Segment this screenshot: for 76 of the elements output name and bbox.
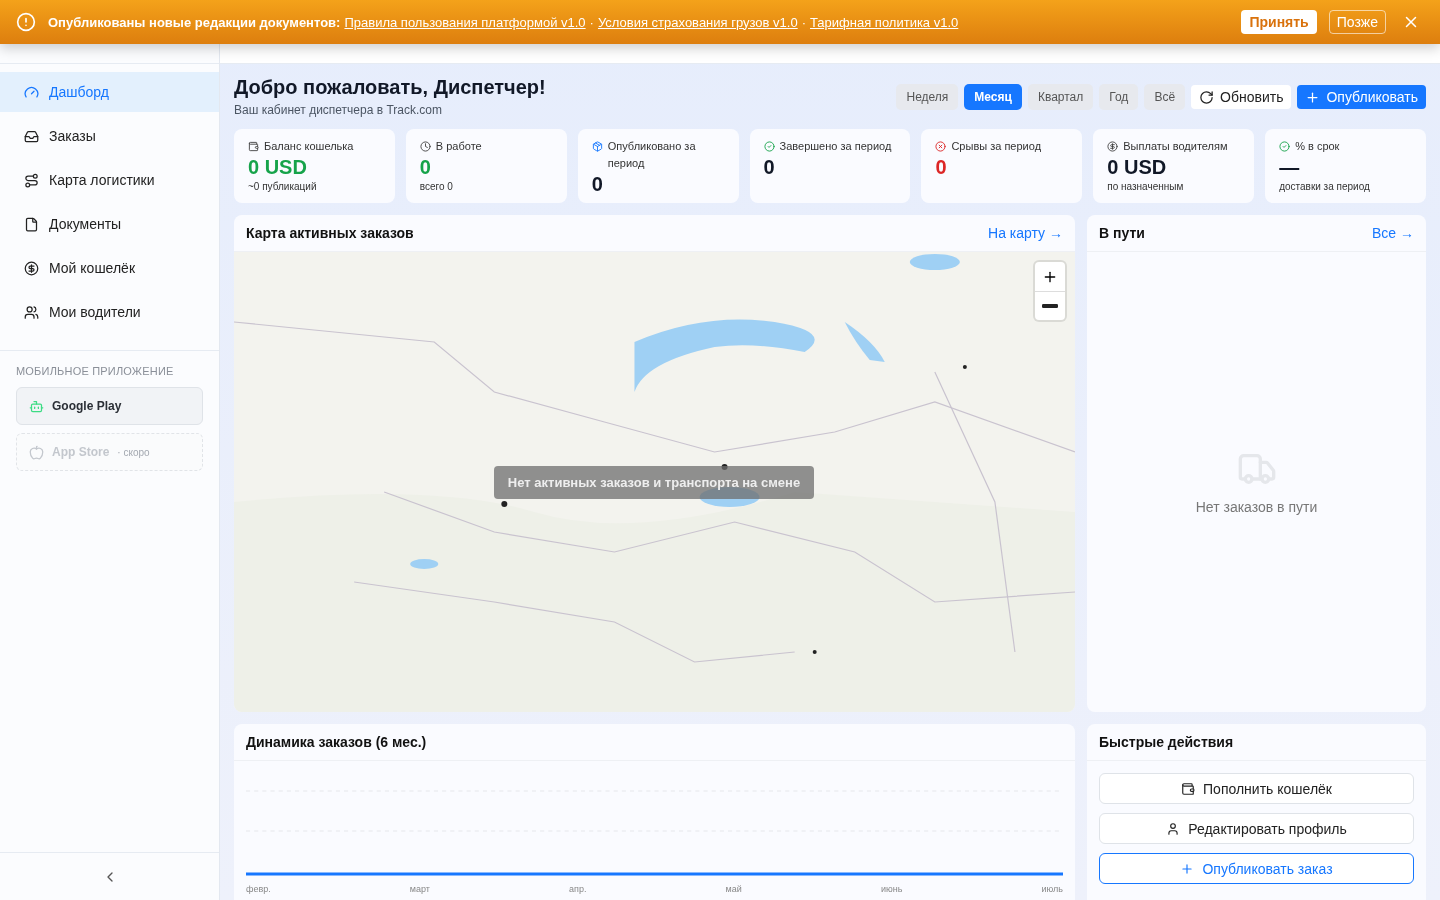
action-button[interactable]: Редактировать профиль [1099,813,1414,844]
sidebar-item[interactable]: Заказы [0,116,219,156]
inbox-icon [24,128,39,144]
axis-label: июль [1041,884,1063,894]
wallet-icon [1181,781,1196,796]
stat-caption: ~0 публикаций [248,181,318,192]
check-icon [763,141,775,152]
section-title: МОБИЛЬНОЕ ПРИЛОЖЕНИЕ [15,364,175,379]
card-title: Динамика заказов (6 мес.) [246,734,427,750]
period-tab[interactable]: Неделя [896,84,959,110]
publish-button[interactable]: Опубликовать [1297,85,1426,109]
accept-button[interactable]: Принять [1241,10,1317,34]
axis-label: февр. [246,884,271,894]
separator: · [589,14,594,30]
stat-value: 0 [763,155,776,179]
app-store-link[interactable]: Google Play [16,387,203,425]
map-link[interactable]: На карту → [988,225,1063,241]
page-title: Добро пожаловать, Диспетчер! [234,76,546,99]
action-button[interactable]: Пополнить кошелёк [1099,773,1414,804]
users-icon [24,304,39,320]
stat-caption: всего 0 [419,181,454,192]
cross-icon [935,141,947,152]
stat-value: 0 USD [1107,155,1168,179]
sidebar-item[interactable]: Мои водители [0,292,219,332]
stat-label: Опубликовано за период [607,139,697,171]
apple-icon [29,444,44,460]
all-link[interactable]: Все → [1372,225,1414,241]
stat-label: Баланс кошелька [264,139,354,154]
gauge-icon [24,84,39,100]
page-subtitle: Ваш кабинет диспетчера в Track.com [234,103,443,117]
stat-caption: доставки за период [1279,181,1371,192]
card-title: В пути [1099,225,1145,241]
separator: · [801,14,806,30]
dollar-icon [1107,141,1119,152]
axis-label: март [409,884,430,894]
stat-value: 0 [591,172,604,196]
period-tab[interactable]: Квартал [1027,84,1094,110]
sidebar-item[interactable]: Дашборд [0,72,219,112]
check-icon [1279,141,1291,152]
coin-icon [24,260,39,276]
axis-label: апр. [569,884,587,894]
stat-label: Срывы за период [951,139,1042,154]
clock-icon [419,141,431,152]
user-icon [1166,821,1181,836]
file-icon [24,216,39,232]
stat-label: % в срок [1295,139,1340,154]
empty-message: Нет заказов в пути [1195,499,1318,515]
stat-value: — [1279,155,1301,179]
refresh-icon [1199,89,1215,105]
sidebar-item[interactable]: Документы [0,204,219,244]
plus-icon [1180,861,1195,876]
axis-label: июнь [880,884,903,894]
stat-caption: по назначенным [1107,181,1185,192]
stat-label: Выплаты водителям [1123,139,1228,154]
action-button[interactable]: Опубликовать заказ [1099,853,1414,884]
alert-icon [16,12,36,32]
period-tab[interactable]: Всё [1144,84,1186,110]
axis-label: май [725,884,742,894]
map-message: Нет активных заказов и транспорта на смене [494,466,814,499]
stat-value: 0 [935,155,948,179]
wallet-icon [248,141,259,152]
box-icon [591,141,603,152]
sidebar-item[interactable]: Карта логистики [0,160,219,200]
period-tab[interactable]: Месяц [964,84,1022,110]
period-tab[interactable]: Год [1099,84,1139,110]
stat-value: 0 USD [248,155,308,179]
stat-label: Завершено за период [779,139,892,154]
banner-title: Опубликованы новые редакции документов: [48,14,341,30]
stat-label: В работе [435,139,482,154]
route-icon [24,172,39,188]
sidebar-item[interactable]: Мой кошелёк [0,248,219,288]
plus-icon [1305,89,1321,105]
refresh-button[interactable]: Обновить [1191,85,1292,109]
stat-value: 0 [419,155,432,179]
card-title: Карта активных заказов [246,225,414,241]
card-title: Быстрые действия [1099,734,1234,750]
